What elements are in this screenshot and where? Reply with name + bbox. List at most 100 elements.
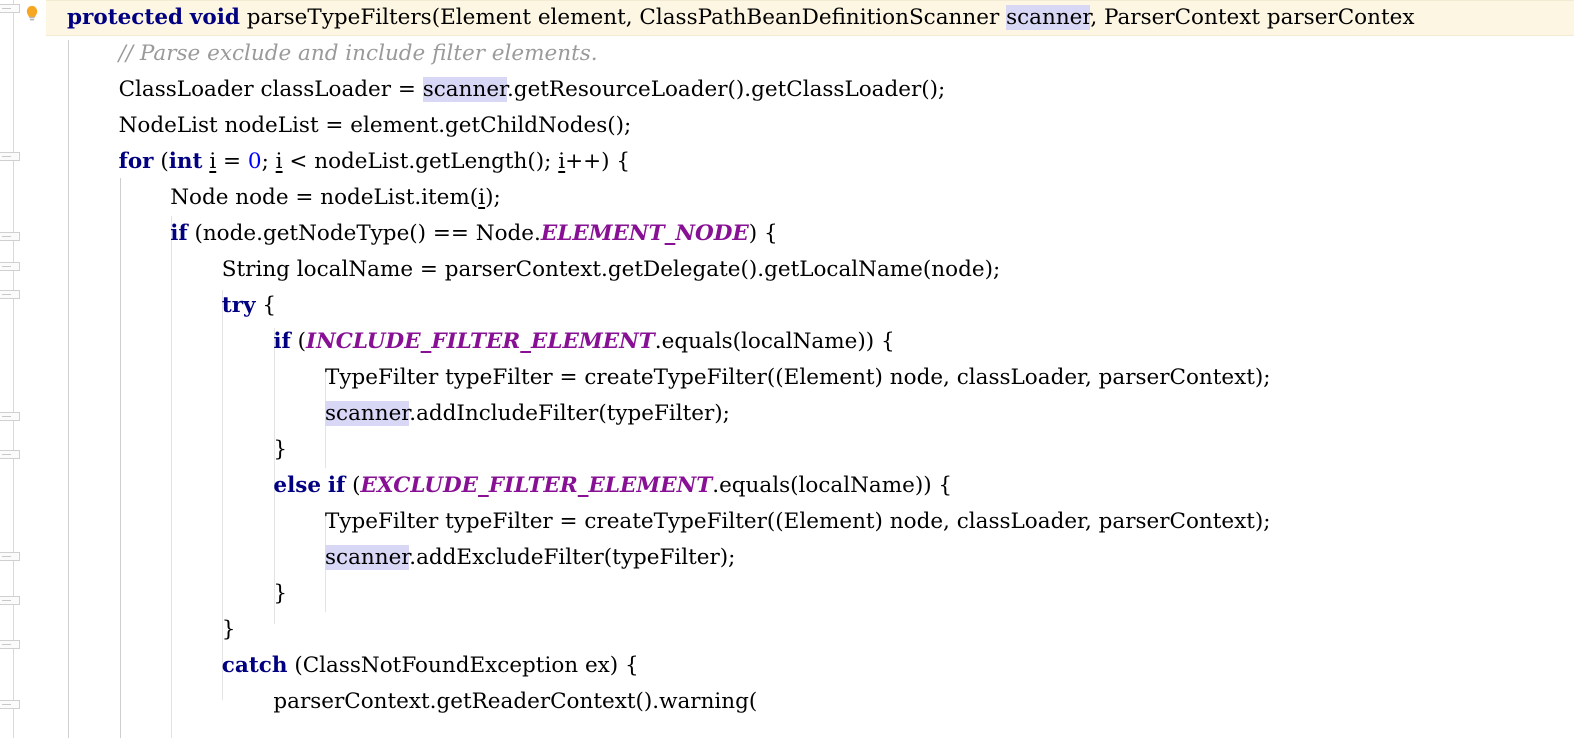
code-line-5[interactable]: for (int i = 0; i < nodeList.getLength()… — [0, 144, 1574, 180]
fold-marker-10[interactable] — [0, 700, 20, 709]
code-line-6[interactable]: Node node = nodeList.item(i); — [0, 180, 1574, 216]
fold-marker-3[interactable] — [0, 262, 20, 271]
code-line-18[interactable]: } — [0, 612, 1574, 648]
code-token-0: } — [221, 617, 236, 642]
code-token-1 — [183, 5, 190, 30]
code-line-text: catch (ClassNotFoundException ex) { — [222, 648, 639, 684]
code-line-19[interactable]: catch (ClassNotFoundException ex) { — [0, 648, 1574, 684]
code-token-0: NodeList nodeList = element.getChildNode… — [118, 113, 632, 138]
occurrence-highlight[interactable]: scanner — [1006, 5, 1091, 30]
keyword-token: if — [327, 473, 346, 498]
code-token-5: .equals(localName)) { — [712, 473, 953, 498]
code-line-text: String localName = parserContext.getDele… — [222, 252, 1000, 288]
lightbulb-intention-icon[interactable] — [24, 4, 40, 22]
code-token-0: TypeFilter typeFilter = createTypeFilter… — [325, 365, 1271, 390]
code-line-text: scanner.addExcludeFilter(typeFilter); — [325, 540, 735, 576]
code-line-text: // Parse exclude and include filter elem… — [119, 36, 598, 72]
code-token-5: = — [216, 149, 248, 174]
fold-marker-9[interactable] — [0, 640, 20, 649]
code-token-5: , ParserContext parserContex — [1090, 5, 1415, 30]
code-token-0: String localName = parserContext.getDele… — [221, 257, 1001, 282]
code-token-0: } — [273, 437, 288, 462]
code-token-1: (node.getNodeType() == Node. — [187, 221, 541, 246]
code-token-1: (ClassNotFoundException ex) { — [287, 653, 639, 678]
keyword-token: if — [170, 221, 188, 246]
code-line-text: if (node.getNodeType() == Node.ELEMENT_N… — [170, 216, 777, 252]
code-line-text: Node node = nodeList.item(i); — [170, 180, 501, 216]
occurrence-highlight[interactable]: scanner — [325, 401, 410, 426]
code-line-7[interactable]: if (node.getNodeType() == Node.ELEMENT_N… — [0, 216, 1574, 252]
code-line-12[interactable]: scanner.addIncludeFilter(typeFilter); — [0, 396, 1574, 432]
code-line-3[interactable]: ClassLoader classLoader = scanner.getRes… — [0, 72, 1574, 108]
fold-marker-1[interactable] — [0, 152, 20, 161]
code-line-text: TypeFilter typeFilter = createTypeFilter… — [325, 360, 1271, 396]
code-token-9: < nodeList.getLength(); — [282, 149, 559, 174]
code-token-1: .addIncludeFilter(typeFilter); — [409, 401, 730, 426]
fold-marker-4[interactable] — [0, 290, 20, 299]
code-line-15[interactable]: TypeFilter typeFilter = createTypeFilter… — [0, 504, 1574, 540]
code-line-20[interactable]: parserContext.getReaderContext().warning… — [0, 684, 1574, 720]
code-line-11[interactable]: TypeFilter typeFilter = createTypeFilter… — [0, 360, 1574, 396]
code-line-16[interactable]: scanner.addExcludeFilter(typeFilter); — [0, 540, 1574, 576]
fold-marker-8[interactable] — [0, 596, 20, 605]
code-line-text: NodeList nodeList = element.getChildNode… — [119, 108, 632, 144]
code-line-text: ClassLoader classLoader = scanner.getRes… — [118, 72, 946, 108]
code-token-1: { — [255, 293, 277, 318]
keyword-token: if — [273, 329, 291, 354]
static-field-token: INCLUDE_FILTER_ELEMENT — [306, 329, 655, 354]
keyword-token: int — [168, 149, 203, 174]
code-token-0: Node node = nodeList.item( — [170, 185, 479, 210]
code-token-1: ( — [153, 149, 169, 174]
code-token-3: ) { — [748, 221, 778, 246]
code-line-2[interactable]: // Parse exclude and include filter elem… — [0, 36, 1574, 72]
fold-marker-7[interactable] — [0, 552, 20, 561]
code-line-text: if (INCLUDE_FILTER_ELEMENT.equals(localN… — [273, 324, 894, 360]
code-token-3: parseTypeFilters(Element element, ClassP… — [239, 5, 1007, 30]
code-line-text: else if (EXCLUDE_FILTER_ELEMENT.equals(l… — [273, 468, 952, 504]
keyword-token: else — [273, 473, 322, 498]
occurrence-highlight[interactable]: scanner — [422, 77, 507, 102]
code-line-text: parserContext.getReaderContext().warning… — [273, 684, 757, 720]
code-line-text: protected void parseTypeFilters(Element … — [67, 0, 1414, 36]
occurrence-highlight[interactable]: scanner — [325, 545, 410, 570]
code-line-4[interactable]: NodeList nodeList = element.getChildNode… — [0, 108, 1574, 144]
code-token-1: .addExcludeFilter(typeFilter); — [409, 545, 736, 570]
code-line-text: try { — [222, 288, 276, 324]
static-field-token: ELEMENT_NODE — [540, 221, 749, 246]
code-token-3: ( — [345, 473, 361, 498]
comment-token: // Parse exclude and include filter elem… — [118, 41, 598, 66]
code-token-2: ); — [485, 185, 501, 210]
code-token-7: ; — [261, 149, 276, 174]
code-line-text: scanner.addIncludeFilter(typeFilter); — [325, 396, 730, 432]
code-lines-container[interactable]: protected void parseTypeFilters(Element … — [0, 0, 1574, 738]
fold-marker-6[interactable] — [0, 450, 20, 459]
keyword-token: protected — [67, 5, 184, 30]
code-token-0: parserContext.getReaderContext().warning… — [273, 689, 758, 714]
code-line-text: } — [222, 612, 236, 648]
code-line-17[interactable]: } — [0, 576, 1574, 612]
code-line-text: } — [273, 576, 287, 612]
keyword-token: try — [221, 293, 256, 318]
fold-marker-5[interactable] — [0, 412, 20, 421]
code-line-10[interactable]: if (INCLUDE_FILTER_ELEMENT.equals(localN… — [0, 324, 1574, 360]
code-line-8[interactable]: String localName = parserContext.getDele… — [0, 252, 1574, 288]
fold-marker-2[interactable] — [0, 232, 20, 241]
code-token-2: .getResourceLoader().getClassLoader(); — [506, 77, 946, 102]
code-line-1[interactable]: protected void parseTypeFilters(Element … — [0, 0, 1574, 36]
code-line-13[interactable]: } — [0, 432, 1574, 468]
keyword-token: void — [189, 5, 240, 30]
code-line-9[interactable]: try { — [0, 288, 1574, 324]
keyword-token: catch — [221, 653, 288, 678]
editor-gutter[interactable] — [0, 0, 46, 738]
code-editor[interactable]: protected void parseTypeFilters(Element … — [0, 0, 1574, 738]
code-line-text: } — [273, 432, 287, 468]
fold-region-line — [13, 0, 14, 738]
code-line-text: for (int i = 0; i < nodeList.getLength()… — [119, 144, 631, 180]
static-field-token: EXCLUDE_FILTER_ELEMENT — [360, 473, 713, 498]
fold-marker-0[interactable] — [0, 4, 20, 13]
code-token-1: ( — [290, 329, 307, 354]
code-line-text: TypeFilter typeFilter = createTypeFilter… — [325, 504, 1271, 540]
code-line-14[interactable]: else if (EXCLUDE_FILTER_ELEMENT.equals(l… — [0, 468, 1574, 504]
code-token-0: TypeFilter typeFilter = createTypeFilter… — [325, 509, 1271, 534]
code-token-0: ClassLoader classLoader = — [118, 77, 423, 102]
